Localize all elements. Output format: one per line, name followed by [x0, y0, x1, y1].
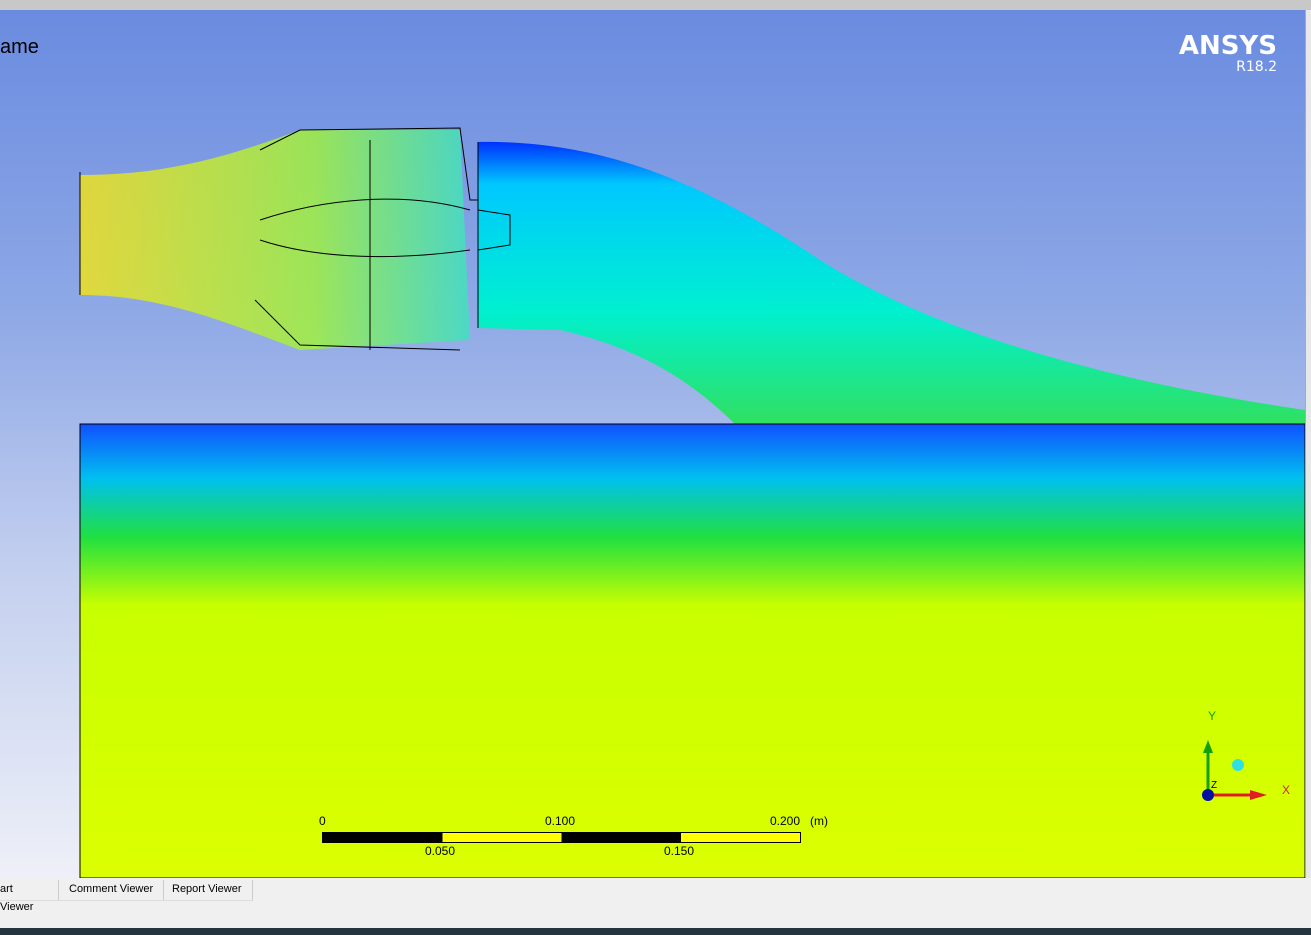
- tab-comment-viewer[interactable]: Comment Viewer: [58, 880, 165, 901]
- ansys-logo: ANSYS R18.2: [1178, 31, 1277, 75]
- scrollbar[interactable]: [1305, 10, 1311, 878]
- 3d-viewer[interactable]: ame ANSYS R18.2 0 0.100 0.200 (m) 0.050 …: [0, 10, 1305, 878]
- lower-domain: [80, 424, 1305, 878]
- viewer-title: ame: [0, 36, 39, 58]
- streamline-plot: [79, 127, 1305, 878]
- viewer-tabs: art Viewer Comment Viewer Report Viewer: [0, 878, 1311, 926]
- jet-plume: [478, 141, 1305, 425]
- taskbar-edge: [0, 928, 1311, 935]
- tab-chart-viewer[interactable]: art Viewer: [0, 880, 59, 913]
- version-label: R18.2: [1236, 59, 1277, 75]
- tab-report-viewer[interactable]: Report Viewer: [162, 880, 253, 901]
- inlet-streams: [80, 130, 470, 350]
- top-bar: [0, 0, 1311, 10]
